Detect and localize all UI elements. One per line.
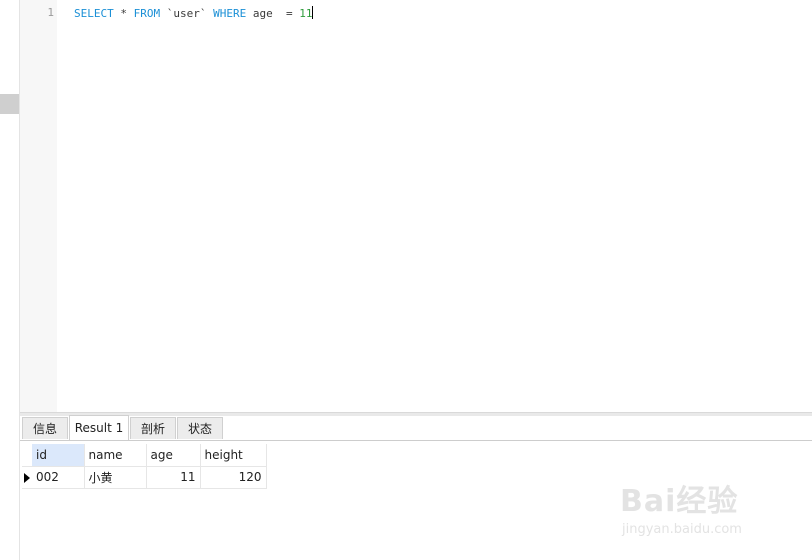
result-tab-bar: 信息 Result 1 剖析 状态 [20, 415, 812, 441]
watermark-url: jingyan.baidu.com [622, 522, 742, 537]
text-cursor [312, 6, 314, 19]
column-header-id[interactable]: id [32, 444, 85, 467]
cell-height[interactable]: 120 [200, 466, 267, 489]
cell-name[interactable]: 小黄 [84, 466, 147, 489]
row-selector-header[interactable] [22, 444, 32, 467]
sql-editor[interactable]: 1 SELECT * FROM `user` WHERE age = 11 [20, 0, 812, 412]
row-pointer-icon [24, 472, 30, 483]
panel-collapse-handle[interactable] [0, 94, 19, 114]
watermark-logo-text: Bai经验 [620, 484, 739, 519]
code-star: * [113, 7, 134, 20]
code-number-literal: 11 [299, 7, 313, 20]
code-condition: age = [246, 7, 300, 20]
column-header-name[interactable]: name [84, 444, 147, 467]
current-row-indicator[interactable] [22, 466, 32, 489]
tab-info[interactable]: 信息 [22, 417, 68, 439]
left-panel-strip [0, 0, 20, 560]
tab-status[interactable]: 状态 [177, 417, 223, 439]
grid-header-row: id name age height [22, 444, 267, 467]
tab-profile[interactable]: 剖析 [130, 417, 176, 439]
column-header-height[interactable]: height [200, 444, 267, 467]
line-number-gutter: 1 [20, 0, 57, 412]
keyword-select: SELECT [74, 7, 114, 20]
result-grid[interactable]: id name age height 002 小黄 11 120 [22, 444, 267, 489]
keyword-from: FROM [133, 7, 161, 20]
watermark: Bai经验 jingyan.baidu.com [620, 476, 800, 546]
keyword-where: WHERE [213, 7, 247, 20]
tab-result-1[interactable]: Result 1 [69, 415, 129, 440]
cell-age[interactable]: 11 [146, 466, 201, 489]
code-table-name: `user` [160, 7, 214, 20]
code-line[interactable]: SELECT * FROM `user` WHERE age = 11 [74, 6, 314, 20]
line-number: 1 [47, 6, 54, 19]
table-row[interactable]: 002 小黄 11 120 [22, 466, 267, 489]
column-header-age[interactable]: age [146, 444, 201, 467]
cell-id[interactable]: 002 [32, 466, 85, 489]
